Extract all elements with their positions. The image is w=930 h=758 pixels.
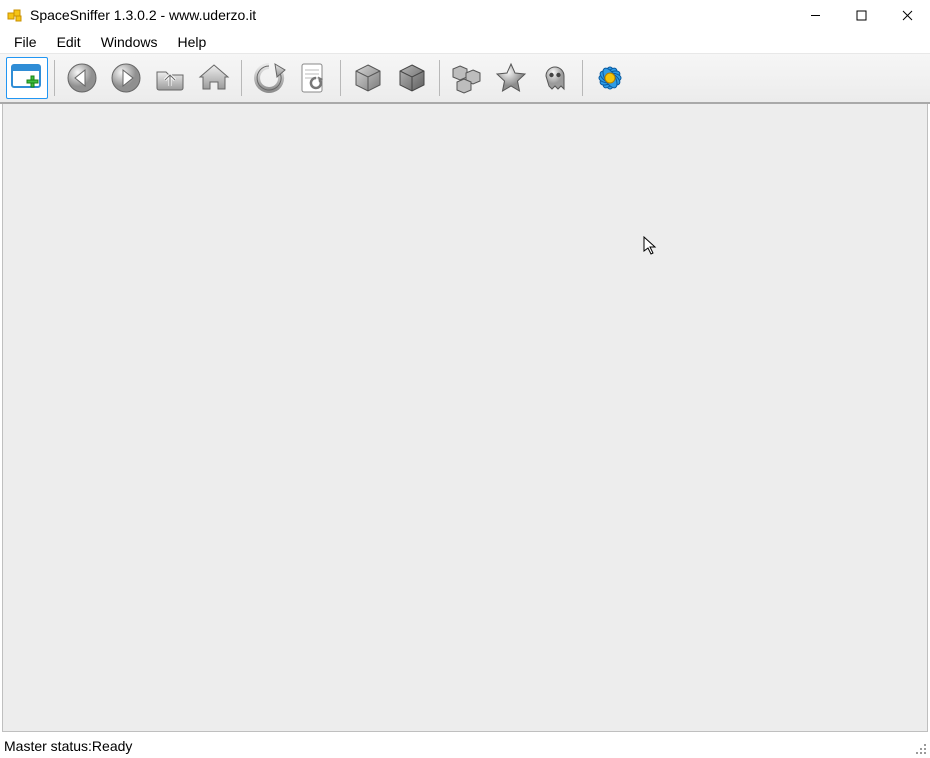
toolbar-separator bbox=[582, 60, 583, 96]
star-icon bbox=[493, 60, 529, 96]
new-scan-button[interactable] bbox=[6, 57, 48, 99]
refresh-button[interactable] bbox=[248, 57, 290, 99]
toolbar-separator bbox=[340, 60, 341, 96]
arrow-left-icon bbox=[64, 60, 100, 96]
flower-icon bbox=[592, 60, 628, 96]
back-button[interactable] bbox=[61, 57, 103, 99]
ghost-icon bbox=[537, 60, 573, 96]
settings-button[interactable] bbox=[589, 57, 631, 99]
folder-up-icon bbox=[152, 60, 188, 96]
workspace-area[interactable] bbox=[2, 104, 928, 732]
status-value: Ready bbox=[92, 738, 132, 754]
minimize-button[interactable] bbox=[792, 0, 838, 30]
window-title: SpaceSniffer 1.3.0.2 - www.uderzo.it bbox=[30, 7, 792, 23]
cursor-icon bbox=[643, 236, 659, 259]
menu-help[interactable]: Help bbox=[167, 30, 216, 53]
toolbar-separator bbox=[241, 60, 242, 96]
cube-icon bbox=[350, 60, 386, 96]
status-label: Master status: bbox=[4, 738, 92, 754]
forward-button[interactable] bbox=[105, 57, 147, 99]
close-button[interactable] bbox=[884, 0, 930, 30]
statusbar: Master status: Ready bbox=[0, 732, 930, 754]
favorites-button[interactable] bbox=[490, 57, 532, 99]
refresh-page-icon bbox=[295, 60, 331, 96]
zoom-more-button[interactable] bbox=[391, 57, 433, 99]
app-icon bbox=[6, 6, 24, 24]
menu-file[interactable]: File bbox=[4, 30, 47, 53]
menu-edit[interactable]: Edit bbox=[47, 30, 91, 53]
menu-windows[interactable]: Windows bbox=[91, 30, 168, 53]
home-button[interactable] bbox=[193, 57, 235, 99]
ghost-toggle-button[interactable] bbox=[534, 57, 576, 99]
multi-cube-icon bbox=[449, 60, 485, 96]
refresh-page-button[interactable] bbox=[292, 57, 334, 99]
new-window-icon bbox=[9, 60, 45, 96]
toolbar-separator bbox=[54, 60, 55, 96]
maximize-button[interactable] bbox=[838, 0, 884, 30]
toolbar bbox=[0, 54, 930, 104]
zoom-less-button[interactable] bbox=[347, 57, 389, 99]
cube-dark-icon bbox=[394, 60, 430, 96]
home-icon bbox=[196, 60, 232, 96]
detail-level-button[interactable] bbox=[446, 57, 488, 99]
menubar: File Edit Windows Help bbox=[0, 30, 930, 54]
resize-grip-icon[interactable] bbox=[914, 742, 928, 756]
titlebar: SpaceSniffer 1.3.0.2 - www.uderzo.it bbox=[0, 0, 930, 30]
toolbar-separator bbox=[439, 60, 440, 96]
arrow-right-icon bbox=[108, 60, 144, 96]
refresh-icon bbox=[251, 60, 287, 96]
folder-up-button[interactable] bbox=[149, 57, 191, 99]
